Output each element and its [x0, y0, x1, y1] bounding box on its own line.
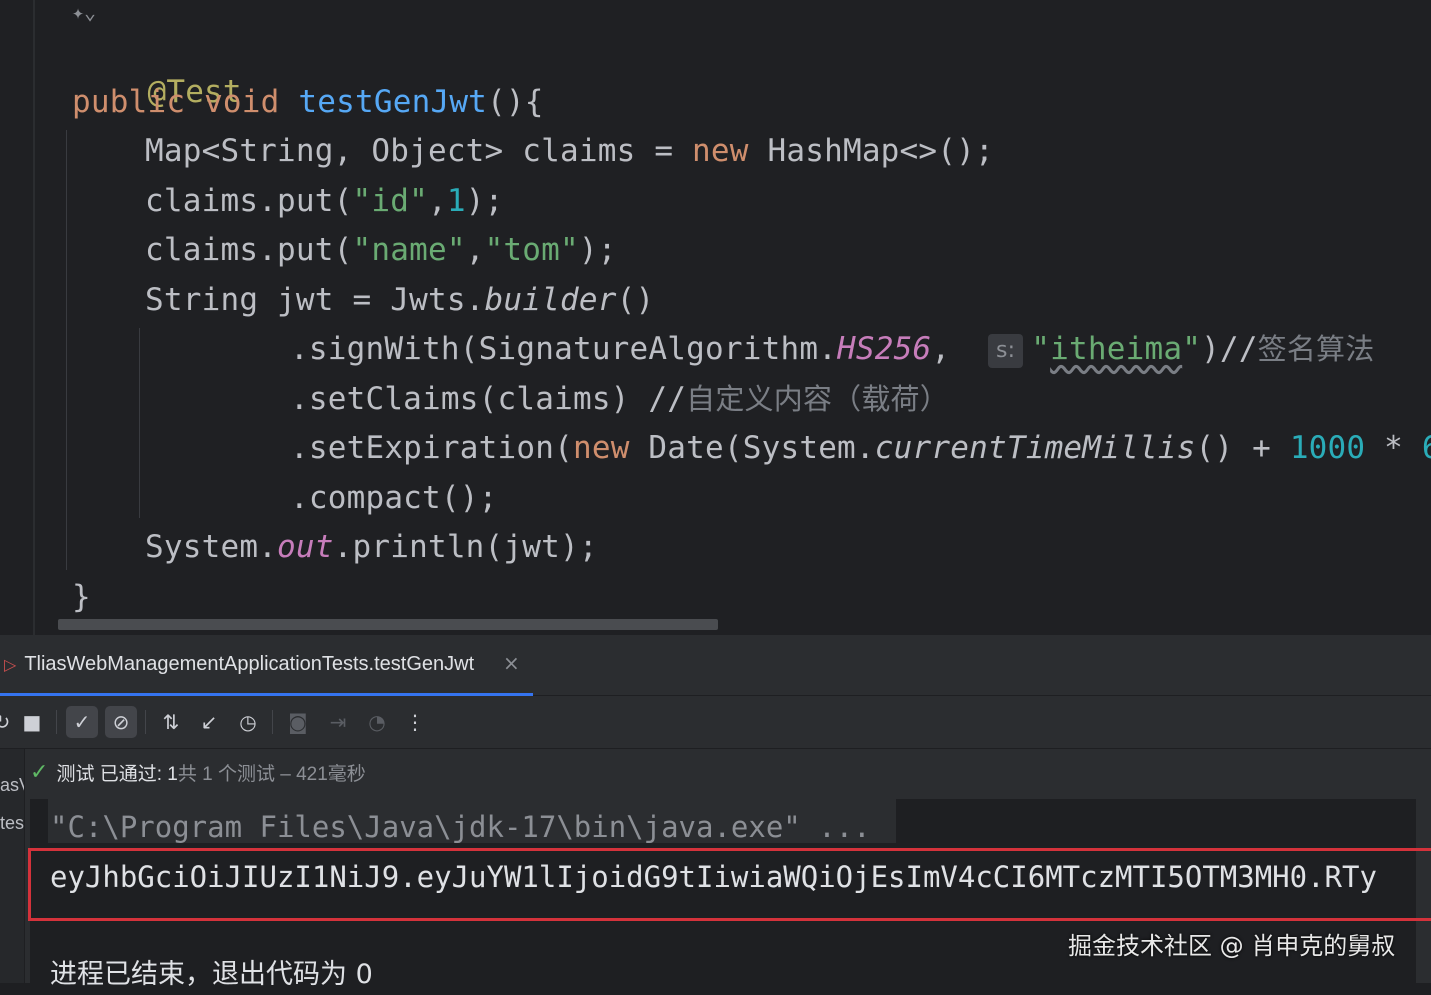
code-editor[interactable]: ✦⌄ @Test public void testGenJwt(){ Map<S…: [0, 0, 1431, 635]
keyword-token: public: [72, 84, 186, 120]
more-options-icon[interactable]: ⋮: [399, 706, 431, 738]
code-token: Date(System.: [629, 430, 875, 466]
code-line-3[interactable]: Map<String, Object> claims = new HashMap…: [145, 131, 994, 171]
keyword-token: new: [692, 133, 749, 169]
sort-icon[interactable]: ⇅: [155, 706, 187, 738]
code-line-5[interactable]: claims.put("name","tom");: [145, 230, 617, 270]
close-icon[interactable]: ×: [503, 651, 520, 675]
console-exit-line: 进程已结束，退出代码为 0: [50, 959, 373, 990]
coverage-icon[interactable]: ◔: [361, 706, 393, 738]
code-token: (): [616, 282, 655, 318]
code-line-7[interactable]: .signWith(SignatureAlgorithm.HS256, s: "i…: [290, 329, 1374, 369]
show-passed-icon[interactable]: ✓: [66, 706, 98, 738]
import-tests-icon[interactable]: ↙: [193, 706, 225, 738]
toolbar-separator: [145, 710, 146, 734]
code-token: Map<String, Object> claims =: [145, 133, 693, 169]
run-tab[interactable]: ▷ TliasWebManagementApplicationTests.tes…: [0, 635, 533, 696]
string-token: "id": [352, 183, 428, 219]
test-tree-item[interactable]: asV: [0, 775, 24, 796]
show-ignored-icon[interactable]: ⊘: [105, 706, 137, 738]
status-passed-text: 测试 已通过: 1: [56, 763, 178, 785]
static-field-token: out: [277, 529, 334, 565]
string-token: ": [1182, 331, 1202, 367]
horizontal-scrollbar[interactable]: [58, 619, 718, 630]
code-token: claims.put(: [145, 183, 353, 219]
stop-icon[interactable]: ■: [16, 706, 48, 738]
camera-icon[interactable]: ◙: [282, 706, 314, 738]
code-token: *: [1365, 430, 1422, 466]
code-line-10[interactable]: .compact();: [290, 478, 498, 518]
keyword-token: void: [204, 84, 280, 120]
code-line-8[interactable]: .setClaims(claims) //自定义内容（载荷）: [290, 379, 949, 419]
indent-guide: [66, 130, 67, 570]
history-icon[interactable]: ◷: [232, 706, 264, 738]
code-line-11[interactable]: System.out.println(jwt);: [145, 527, 598, 567]
number-token: 60: [1422, 430, 1431, 466]
status-detail: 共 1 个测试 – 421毫秒: [177, 763, 366, 785]
code-token: () +: [1195, 430, 1290, 466]
code-token: System.: [145, 529, 278, 565]
indent-guide: [139, 328, 140, 518]
keyword-token: new: [572, 430, 630, 466]
code-token: .signWith(SignatureAlgorithm.: [290, 331, 838, 367]
code-token: claims.put(: [145, 232, 353, 268]
code-token: ,: [931, 331, 970, 367]
string-token: itheima: [1050, 331, 1183, 367]
check-icon: ✓: [30, 759, 49, 785]
gutter-divider: [33, 0, 35, 635]
comment-token: 自定义内容（载荷）: [686, 382, 949, 416]
enum-constant-token: HS256: [837, 331, 932, 367]
code-token: String jwt = Jwts.: [145, 282, 485, 318]
method-name-token: testGenJwt: [298, 84, 488, 120]
comment-token: 签名算法: [1257, 332, 1375, 366]
string-token: "name": [352, 232, 466, 268]
code-line-1[interactable]: @Test: [72, 32, 242, 110]
export-icon[interactable]: ⇥: [322, 706, 354, 738]
console-command-line: "C:\Program Files\Java\jdk-17\bin\java.e…: [50, 810, 871, 844]
string-token: "tom": [484, 232, 579, 268]
code-token: )//: [1201, 331, 1258, 367]
code-line-2[interactable]: public void testGenJwt(){: [72, 82, 544, 122]
code-token: .setExpiration(: [290, 430, 573, 466]
code-token: .compact();: [290, 480, 498, 516]
code-token: ,: [427, 183, 447, 219]
run-toolbar: ↻ ■ ✓ ⊘ ⇅ ↙ ◷ ◙ ⇥ ◔ ⋮: [0, 696, 1431, 749]
test-tree-item[interactable]: tes: [0, 813, 24, 834]
toolbar-separator: [272, 710, 273, 734]
string-token: ": [1031, 331, 1051, 367]
code-line-12[interactable]: }: [72, 577, 91, 617]
toolbar-separator: [56, 710, 57, 734]
number-token: 1: [446, 183, 466, 219]
static-method-token: currentTimeMillis: [874, 430, 1196, 466]
run-tab-bar: ▷ TliasWebManagementApplicationTests.tes…: [0, 635, 1431, 696]
highlight-box: [28, 848, 1431, 921]
code-token: );: [578, 232, 617, 268]
code-token: );: [465, 183, 504, 219]
code-token: (){: [487, 84, 544, 120]
number-token: 1000: [1289, 430, 1366, 466]
code-line-9[interactable]: .setExpiration(new Date(System.currentTi…: [290, 428, 1431, 468]
run-tab-label: TliasWebManagementApplicationTests.testG…: [24, 652, 475, 675]
test-tree-pane[interactable]: asV tes: [0, 749, 25, 983]
test-run-icon: ▷: [4, 654, 17, 674]
test-status: ✓ 测试 已通过: 1 共 1 个测试 – 421毫秒: [30, 757, 366, 787]
static-method-token: builder: [484, 282, 617, 318]
code-token: }: [72, 579, 91, 615]
watermark: 掘金技术社区 @ 肖申克的舅叔: [1068, 932, 1396, 960]
code-token: ,: [465, 232, 485, 268]
code-token: .println(jwt);: [333, 529, 598, 565]
gutter-icons[interactable]: ✦⌄: [72, 0, 96, 24]
code-line-4[interactable]: claims.put("id",1);: [145, 181, 503, 221]
parameter-hint: s:: [987, 334, 1024, 368]
code-token: HashMap<>();: [748, 133, 994, 169]
code-token: .setClaims(claims) //: [290, 381, 687, 417]
code-line-6[interactable]: String jwt = Jwts.builder(): [145, 280, 654, 320]
